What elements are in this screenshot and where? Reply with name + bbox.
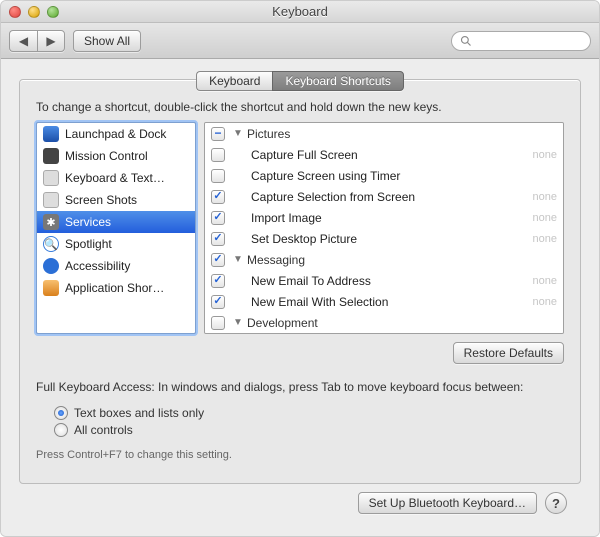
shortcut-item-row[interactable]: Capture Selection from Screennone: [205, 186, 563, 207]
search-icon: [460, 35, 472, 47]
toolbar: ◀ ▶ Show All: [1, 23, 599, 59]
shortcut-item-row[interactable]: New Email With Selectionnone: [205, 291, 563, 312]
full-keyboard-access-label: Full Keyboard Access: In windows and dia…: [36, 380, 564, 394]
checkbox[interactable]: [211, 274, 225, 288]
shortcut-item-row[interactable]: Create Service: [205, 333, 563, 334]
window-title: Keyboard: [1, 4, 599, 19]
sidebar-item-spotlight[interactable]: 🔍 Spotlight: [37, 233, 195, 255]
tab-keyboard[interactable]: Keyboard: [196, 71, 272, 91]
shortcut-label: Capture Screen using Timer: [251, 169, 557, 183]
group-label: Pictures: [247, 127, 557, 141]
shortcut-item-row[interactable]: New Email To Addressnone: [205, 270, 563, 291]
instruction-text: To change a shortcut, double-click the s…: [36, 100, 564, 114]
radio-on-icon: [54, 406, 68, 420]
shortcuts-list[interactable]: ▼PicturesCapture Full ScreennoneCapture …: [204, 122, 564, 334]
disclosure-triangle-icon[interactable]: ▼: [233, 317, 243, 328]
chevron-left-icon: ◀: [19, 34, 28, 48]
checkbox[interactable]: [211, 211, 225, 225]
mission-icon: [43, 148, 59, 164]
bluetooth-keyboard-button[interactable]: Set Up Bluetooth Keyboard…: [358, 492, 537, 514]
sidebar-item-label: Services: [65, 215, 111, 229]
accessibility-icon: [43, 258, 59, 274]
keyboard-icon: [43, 170, 59, 186]
preferences-window: Keyboard ◀ ▶ Show All Keyboard Keyboard …: [0, 0, 600, 537]
help-button[interactable]: ?: [545, 492, 567, 514]
group-label: Messaging: [247, 253, 557, 267]
radio-off-icon: [54, 423, 68, 437]
shortcut-label: Capture Full Screen: [251, 148, 533, 162]
fka-hint: Press Control+F7 to change this setting.: [36, 449, 564, 461]
lists-container: Launchpad & Dock Mission Control Keyboard …: [36, 122, 564, 334]
shortcut-item-row[interactable]: Import Imagenone: [205, 207, 563, 228]
sidebar-item-label: Launchpad & Dock: [65, 127, 166, 141]
shortcut-label: Capture Selection from Screen: [251, 190, 533, 204]
shortcut-key[interactable]: none: [533, 191, 557, 203]
help-icon: ?: [552, 496, 560, 511]
spotlight-icon: 🔍: [43, 236, 59, 252]
checkbox[interactable]: [211, 127, 225, 141]
shortcut-label: New Email With Selection: [251, 295, 533, 309]
checkbox[interactable]: [211, 295, 225, 309]
sidebar-item-label: Accessibility: [65, 259, 130, 273]
checkbox[interactable]: [211, 253, 225, 267]
shortcut-group-row[interactable]: ▼ Messaging: [205, 249, 563, 270]
launchpad-icon: [43, 126, 59, 142]
disclosure-triangle-icon[interactable]: ▼: [233, 128, 243, 139]
sidebar-item-mission[interactable]: Mission Control: [37, 145, 195, 167]
sidebar-item-label: Mission Control: [65, 149, 148, 163]
services-icon: ✱: [43, 214, 59, 230]
shortcut-key[interactable]: none: [533, 275, 557, 287]
search-field[interactable]: [451, 31, 591, 51]
sidebar-item-label: Screen Shots: [65, 193, 137, 207]
back-button[interactable]: ◀: [9, 30, 37, 52]
sidebar-item-accessibility[interactable]: Accessibility: [37, 255, 195, 277]
shortcut-label: Import Image: [251, 211, 533, 225]
appshort-icon: [43, 280, 59, 296]
shortcut-item-row[interactable]: Capture Full Screennone: [205, 144, 563, 165]
content-area: Keyboard Keyboard Shortcuts To change a …: [1, 59, 599, 536]
checkbox[interactable]: [211, 232, 225, 246]
radio-label: Text boxes and lists only: [74, 406, 204, 420]
disclosure-triangle-icon[interactable]: ▼: [233, 254, 243, 265]
screenshot-icon: [43, 192, 59, 208]
sidebar-item-screenshot[interactable]: Screen Shots: [37, 189, 195, 211]
sidebar-item-appshort[interactable]: Application Shor…: [37, 277, 195, 299]
search-input[interactable]: [476, 35, 582, 47]
tab-keyboard-shortcuts[interactable]: Keyboard Shortcuts: [272, 71, 403, 91]
checkbox[interactable]: [211, 316, 225, 330]
shortcut-key[interactable]: none: [533, 212, 557, 224]
shortcut-item-row[interactable]: Set Desktop Picturenone: [205, 228, 563, 249]
forward-button[interactable]: ▶: [37, 30, 65, 52]
sidebar-item-label: Application Shor…: [65, 281, 164, 295]
titlebar: Keyboard: [1, 1, 599, 23]
sidebar-item-label: Keyboard & Text…: [65, 171, 165, 185]
sidebar-item-services[interactable]: ✱ Services: [37, 211, 195, 233]
sidebar-item-keyboard[interactable]: Keyboard & Text…: [37, 167, 195, 189]
restore-defaults-button[interactable]: Restore Defaults: [453, 342, 564, 364]
category-sidebar[interactable]: Launchpad & Dock Mission Control Keyboard …: [36, 122, 196, 334]
fka-all-controls-radio[interactable]: All controls: [54, 423, 564, 437]
group-label: Development: [247, 316, 557, 330]
sidebar-item-label: Spotlight: [65, 237, 112, 251]
shortcut-key[interactable]: none: [533, 149, 557, 161]
shortcut-key[interactable]: none: [533, 296, 557, 308]
full-keyboard-access-options: Text boxes and lists only All controls: [54, 406, 564, 437]
shortcut-key[interactable]: none: [533, 233, 557, 245]
footer: Set Up Bluetooth Keyboard… ?: [19, 484, 581, 522]
shortcut-group-row[interactable]: ▼ Pictures: [205, 123, 563, 144]
shortcut-item-row[interactable]: Capture Screen using Timer: [205, 165, 563, 186]
tab-bar: Keyboard Keyboard Shortcuts: [19, 71, 581, 91]
shortcut-label: Set Desktop Picture: [251, 232, 533, 246]
checkbox[interactable]: [211, 148, 225, 162]
checkbox[interactable]: [211, 169, 225, 183]
shortcut-group-row[interactable]: ▼ Development: [205, 312, 563, 333]
shortcuts-panel: To change a shortcut, double-click the s…: [19, 79, 581, 484]
sidebar-item-launchpad[interactable]: Launchpad & Dock: [37, 123, 195, 145]
show-all-button[interactable]: Show All: [73, 30, 141, 52]
chevron-right-icon: ▶: [46, 34, 55, 48]
checkbox[interactable]: [211, 190, 225, 204]
radio-label: All controls: [74, 423, 133, 437]
shortcut-label: New Email To Address: [251, 274, 533, 288]
fka-text-boxes-radio[interactable]: Text boxes and lists only: [54, 406, 564, 420]
